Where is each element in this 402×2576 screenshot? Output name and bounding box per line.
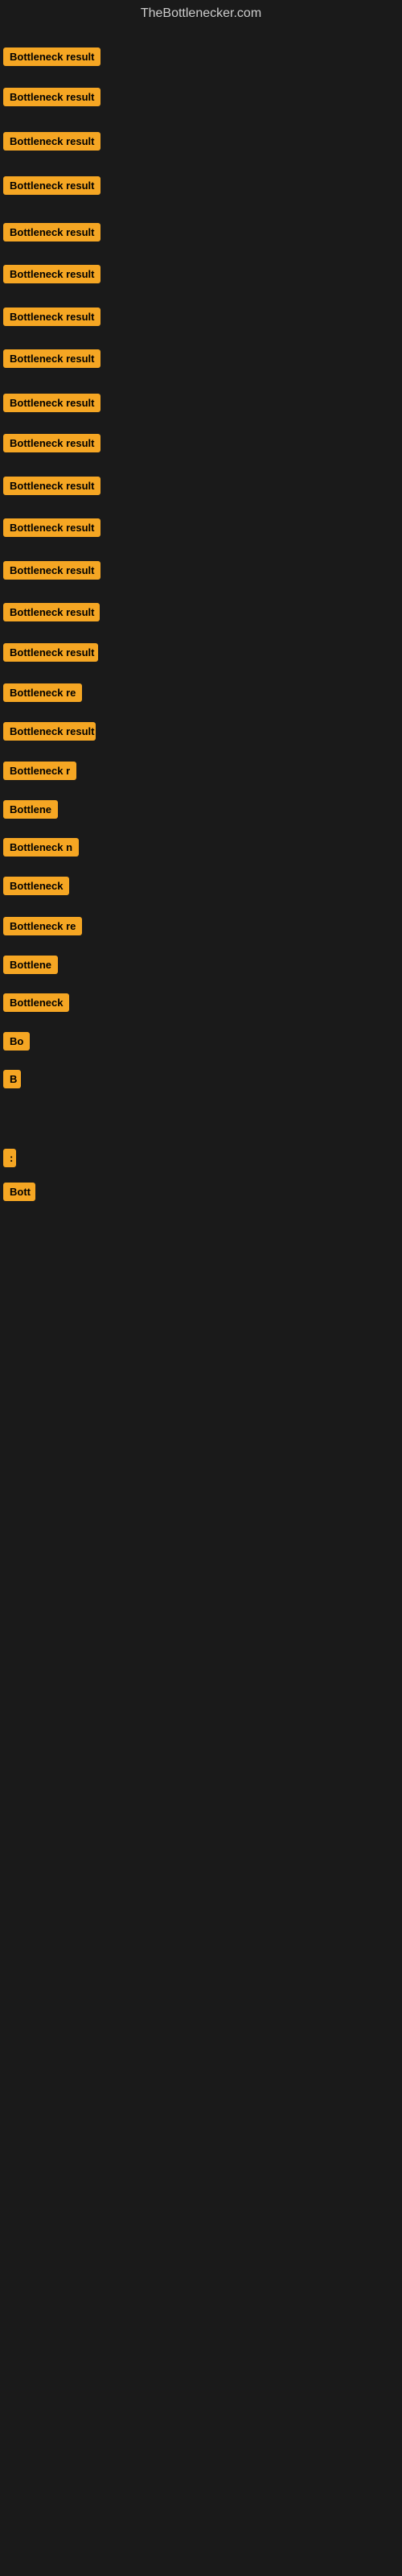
- bottleneck-badge: Bott: [3, 1183, 35, 1201]
- bottleneck-badge-row: Bottleneck result: [3, 643, 98, 666]
- bottleneck-badge-row: Bo: [3, 1032, 30, 1055]
- bottleneck-badge-row: Bottleneck result: [3, 434, 100, 456]
- bottleneck-badge: :: [3, 1149, 16, 1167]
- bottleneck-badge-row: Bottleneck result: [3, 603, 100, 625]
- bottleneck-badge-row: Bottleneck result: [3, 308, 100, 330]
- bottleneck-badge: Bottleneck result: [3, 434, 100, 452]
- bottleneck-badge: Bottleneck result: [3, 603, 100, 621]
- bottleneck-badge-row: Bottleneck n: [3, 838, 79, 861]
- bottleneck-badge-row: Bottleneck result: [3, 349, 100, 372]
- bottleneck-badge-row: Bottleneck result: [3, 223, 100, 246]
- bottleneck-badge-row: Bottleneck result: [3, 722, 96, 745]
- bottleneck-badge: Bottleneck re: [3, 683, 82, 702]
- bottleneck-badge-row: Bottleneck: [3, 993, 69, 1016]
- bottleneck-badge: Bo: [3, 1032, 30, 1051]
- bottleneck-badge: Bottleneck result: [3, 722, 96, 741]
- bottleneck-badge: Bottleneck result: [3, 88, 100, 106]
- bottleneck-badge-row: Bottleneck re: [3, 683, 82, 706]
- bottleneck-badge-row: Bottleneck result: [3, 518, 100, 541]
- site-title: TheBottlenecker.com: [0, 0, 402, 27]
- bottleneck-badge-row: :: [3, 1149, 16, 1171]
- bottleneck-badge-row: Bottleneck result: [3, 265, 100, 287]
- bottleneck-badge-row: Bottleneck result: [3, 132, 100, 155]
- bottleneck-badge: Bottleneck result: [3, 265, 100, 283]
- bottleneck-badge-row: Bottlene: [3, 956, 58, 978]
- bottleneck-badge: Bottleneck result: [3, 223, 100, 242]
- bottleneck-badge: Bottleneck result: [3, 394, 100, 412]
- bottleneck-badge-row: Bottleneck re: [3, 917, 82, 939]
- bottleneck-badge: Bottleneck r: [3, 762, 76, 780]
- bottleneck-badge-row: Bottleneck result: [3, 47, 100, 70]
- bottleneck-badge: Bottleneck result: [3, 561, 100, 580]
- bottleneck-badge: B: [3, 1070, 21, 1088]
- bottleneck-badge: Bottleneck result: [3, 477, 100, 495]
- bottleneck-badge-row: Bottlene: [3, 800, 58, 823]
- bottleneck-badge-row: Bottleneck result: [3, 477, 100, 499]
- bottleneck-badge: Bottleneck result: [3, 132, 100, 151]
- bottleneck-badge-row: B: [3, 1070, 21, 1092]
- bottleneck-badge: Bottleneck result: [3, 643, 98, 662]
- bottleneck-badge-row: Bottleneck result: [3, 176, 100, 199]
- bottleneck-badge-row: Bottleneck result: [3, 394, 100, 416]
- bottleneck-badge: Bottlene: [3, 800, 58, 819]
- bottleneck-badge: Bottleneck result: [3, 518, 100, 537]
- bottleneck-badge-row: Bottleneck r: [3, 762, 76, 784]
- bottleneck-badge: Bottleneck result: [3, 349, 100, 368]
- bottleneck-badge: Bottleneck result: [3, 176, 100, 195]
- bottleneck-badge-row: Bottleneck result: [3, 88, 100, 110]
- bottleneck-badge: Bottleneck: [3, 877, 69, 895]
- bottleneck-badge: Bottleneck n: [3, 838, 79, 857]
- bottleneck-badge-row: Bott: [3, 1183, 35, 1205]
- bottleneck-badge: Bottleneck re: [3, 917, 82, 935]
- bottleneck-badge: Bottleneck: [3, 993, 69, 1012]
- bottleneck-badge-row: Bottleneck: [3, 877, 69, 899]
- bottleneck-badge: Bottlene: [3, 956, 58, 974]
- bottleneck-badge-row: Bottleneck result: [3, 561, 100, 584]
- bottleneck-badge: Bottleneck result: [3, 47, 100, 66]
- bottleneck-badge: Bottleneck result: [3, 308, 100, 326]
